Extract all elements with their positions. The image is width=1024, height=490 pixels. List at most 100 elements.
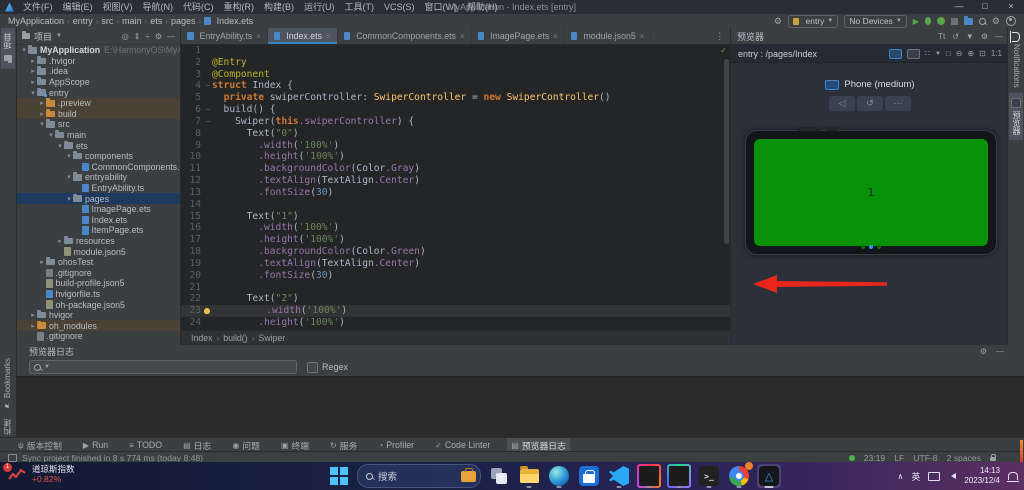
code-line[interactable]: 18 .backgroundColor(Color.Green) [181, 246, 730, 258]
tree-item-entry[interactable]: ▾ entry [17, 87, 180, 98]
editor-breadcrumb-item[interactable]: Index [191, 333, 213, 343]
menu-视图(V)[interactable]: 视图(V) [98, 0, 138, 14]
fold-marker-icon[interactable]: − [204, 116, 212, 128]
chevron-closed-icon[interactable]: ▸ [29, 322, 37, 330]
taskbar-app-deveco[interactable]: △ [757, 464, 781, 488]
ime-indicator[interactable]: 英 [911, 470, 920, 483]
tree-item-.gitignore[interactable]: .gitignore [17, 267, 180, 278]
tree-item-Index.ets[interactable]: Index.ets [17, 215, 180, 226]
refresh-icon[interactable]: ↺ [952, 32, 959, 41]
previewer-settings-icon[interactable]: ⚙ [981, 32, 988, 41]
chevron-closed-icon[interactable]: ▸ [56, 237, 64, 245]
tree-item-.gitignore[interactable]: .gitignore [17, 331, 180, 342]
status-event-icon[interactable] [8, 453, 17, 462]
tree-item-module.json5[interactable]: module.json5 [17, 246, 180, 257]
debug-button[interactable] [924, 17, 931, 25]
code-line[interactable]: 15 Text("1") [181, 211, 730, 223]
tab-CommonComponents.ets[interactable]: CommonComponents.ets × [338, 28, 472, 44]
tree-item-hvigor[interactable]: ▸ hvigor [17, 310, 180, 321]
taskbar-search[interactable]: 搜索 [357, 464, 481, 488]
tree-item-build-profile.json5[interactable]: build-profile.json5 [17, 278, 180, 289]
inspection-ok-icon[interactable]: ✓ [721, 46, 726, 56]
close-button[interactable]: × [998, 0, 1024, 14]
toolwindow-预览器日志[interactable]: ▤ 预览器日志 [507, 438, 570, 452]
hide-log-icon[interactable]: — [996, 347, 1004, 356]
code-line[interactable]: 6− build() { [181, 104, 730, 116]
chevron-open-icon[interactable]: ▾ [20, 46, 28, 54]
code-line[interactable]: 12 .textAlign(TextAlign.Center) [181, 175, 730, 187]
tab-ImagePage.ets[interactable]: ImagePage.ets × [472, 28, 565, 44]
project-settings-icon[interactable]: ⚙ [155, 32, 162, 41]
log-settings-icon[interactable]: ⚙ [980, 347, 987, 356]
caret-position[interactable]: 23:19 [864, 453, 886, 463]
file-encoding[interactable]: UTF-8 [913, 453, 937, 463]
device-manager-icon[interactable] [963, 15, 973, 25]
tree-item-ImagePage.ets[interactable]: ImagePage.ets [17, 204, 180, 215]
code-line[interactable]: 17 .height('100%') [181, 234, 730, 246]
module-selector[interactable]: entry ▼ [787, 14, 839, 28]
expand-all-icon[interactable]: ⇕ [134, 32, 141, 41]
grid-caret-icon[interactable]: ▼ [935, 51, 941, 57]
back-button[interactable]: ◁ [829, 96, 855, 111]
chevron-open-icon[interactable]: ▾ [38, 120, 46, 128]
menu-工具(T)[interactable]: 工具(T) [340, 0, 380, 14]
tree-item-.preview[interactable]: ▸ .preview [17, 97, 180, 109]
chevron-open-icon[interactable]: ▾ [65, 173, 73, 181]
code-line[interactable]: 4− struct Index { [181, 80, 730, 92]
code-line[interactable]: 5 private swiperController: SwiperContro… [181, 92, 730, 104]
taskbar-app-chrome[interactable] [727, 462, 753, 488]
health-indicator-icon[interactable] [848, 454, 855, 461]
chevron-closed-icon[interactable]: ▸ [29, 311, 37, 319]
menu-运行(U)[interactable]: 运行(U) [299, 0, 340, 14]
code-line[interactable]: 9 .width('100%') [181, 140, 730, 152]
project-view-title[interactable]: 项目 [34, 30, 52, 43]
toolwindow-日志[interactable]: ▤ 日志 [179, 438, 215, 452]
account-avatar-icon[interactable] [1006, 16, 1016, 26]
tree-item-main[interactable]: ▾ main [17, 130, 180, 141]
tab-EntryAbility.ts[interactable]: EntryAbility.ts × [181, 28, 268, 44]
tab-module.json5[interactable]: module.json5 × [565, 28, 652, 44]
rotate-button[interactable]: ↺ [857, 96, 883, 111]
chevron-open-icon[interactable]: ▾ [65, 152, 73, 160]
breadcrumb-item[interactable]: MyApplication [8, 16, 64, 26]
regex-checkbox[interactable]: Regex [307, 361, 348, 373]
close-tab-icon[interactable]: × [640, 32, 645, 41]
download-icon[interactable]: ▼ [966, 32, 974, 41]
taskbar-app-vscode[interactable] [607, 464, 631, 488]
tree-item-entryability[interactable]: ▾ entryability [17, 172, 180, 183]
tabs-more-icon[interactable]: ⋮ [709, 28, 730, 44]
chevron-closed-icon[interactable]: ▸ [29, 57, 37, 65]
preview-mode-icon[interactable] [888, 48, 902, 59]
menu-帮助(H)[interactable]: 帮助(H) [462, 0, 503, 14]
tray-chevron-up[interactable]: ∧ [898, 472, 904, 481]
toolwindow-Code Linter[interactable]: ✓ Code Linter [431, 438, 494, 452]
chevron-closed-icon[interactable]: ▸ [29, 67, 37, 75]
weather-stock-widget[interactable]: 1 道琼斯指数 +0.82% [3, 462, 75, 485]
profile-button[interactable] [936, 17, 945, 25]
menu-代码(C)[interactable]: 代码(C) [178, 0, 219, 14]
toolwindow-问题[interactable]: ◉ 问题 [228, 438, 264, 452]
breadcrumb-item[interactable]: ets [150, 16, 162, 26]
chevron-open-icon[interactable]: ▾ [65, 195, 73, 203]
line-ending[interactable]: LF [894, 453, 904, 463]
maximize-button[interactable]: □ [972, 0, 998, 14]
hide-previewer-icon[interactable]: — [995, 32, 1003, 41]
tool-stripe-notifications[interactable]: Notifications [1009, 28, 1023, 93]
editor-breadcrumb-item[interactable]: build() [223, 333, 247, 343]
fit-icon[interactable]: □ [946, 49, 951, 58]
network-display-icon[interactable] [928, 471, 941, 481]
indent-size[interactable]: 2 spaces [947, 453, 981, 463]
code-line[interactable]: 1 [181, 45, 730, 57]
taskbar-app-file-explorer[interactable] [517, 464, 541, 488]
grid-icon[interactable]: ∷ [925, 49, 930, 58]
run-button[interactable]: ▶ [913, 17, 919, 26]
code-line[interactable]: 21 [181, 282, 730, 294]
fold-marker-icon[interactable]: − [204, 80, 212, 92]
tree-item-oh-package.json5[interactable]: oh-package.json5 [17, 299, 180, 310]
locate-file-icon[interactable]: ◎ [122, 32, 129, 41]
task-view-button[interactable] [487, 464, 511, 488]
collapse-all-icon[interactable]: ÷ [145, 32, 149, 41]
code-line[interactable]: 24 .height('100%') [181, 317, 730, 329]
breadcrumb-item[interactable]: Index.ets [217, 16, 254, 26]
tree-item-ohosTest[interactable]: ▸ ohosTest [17, 257, 180, 268]
